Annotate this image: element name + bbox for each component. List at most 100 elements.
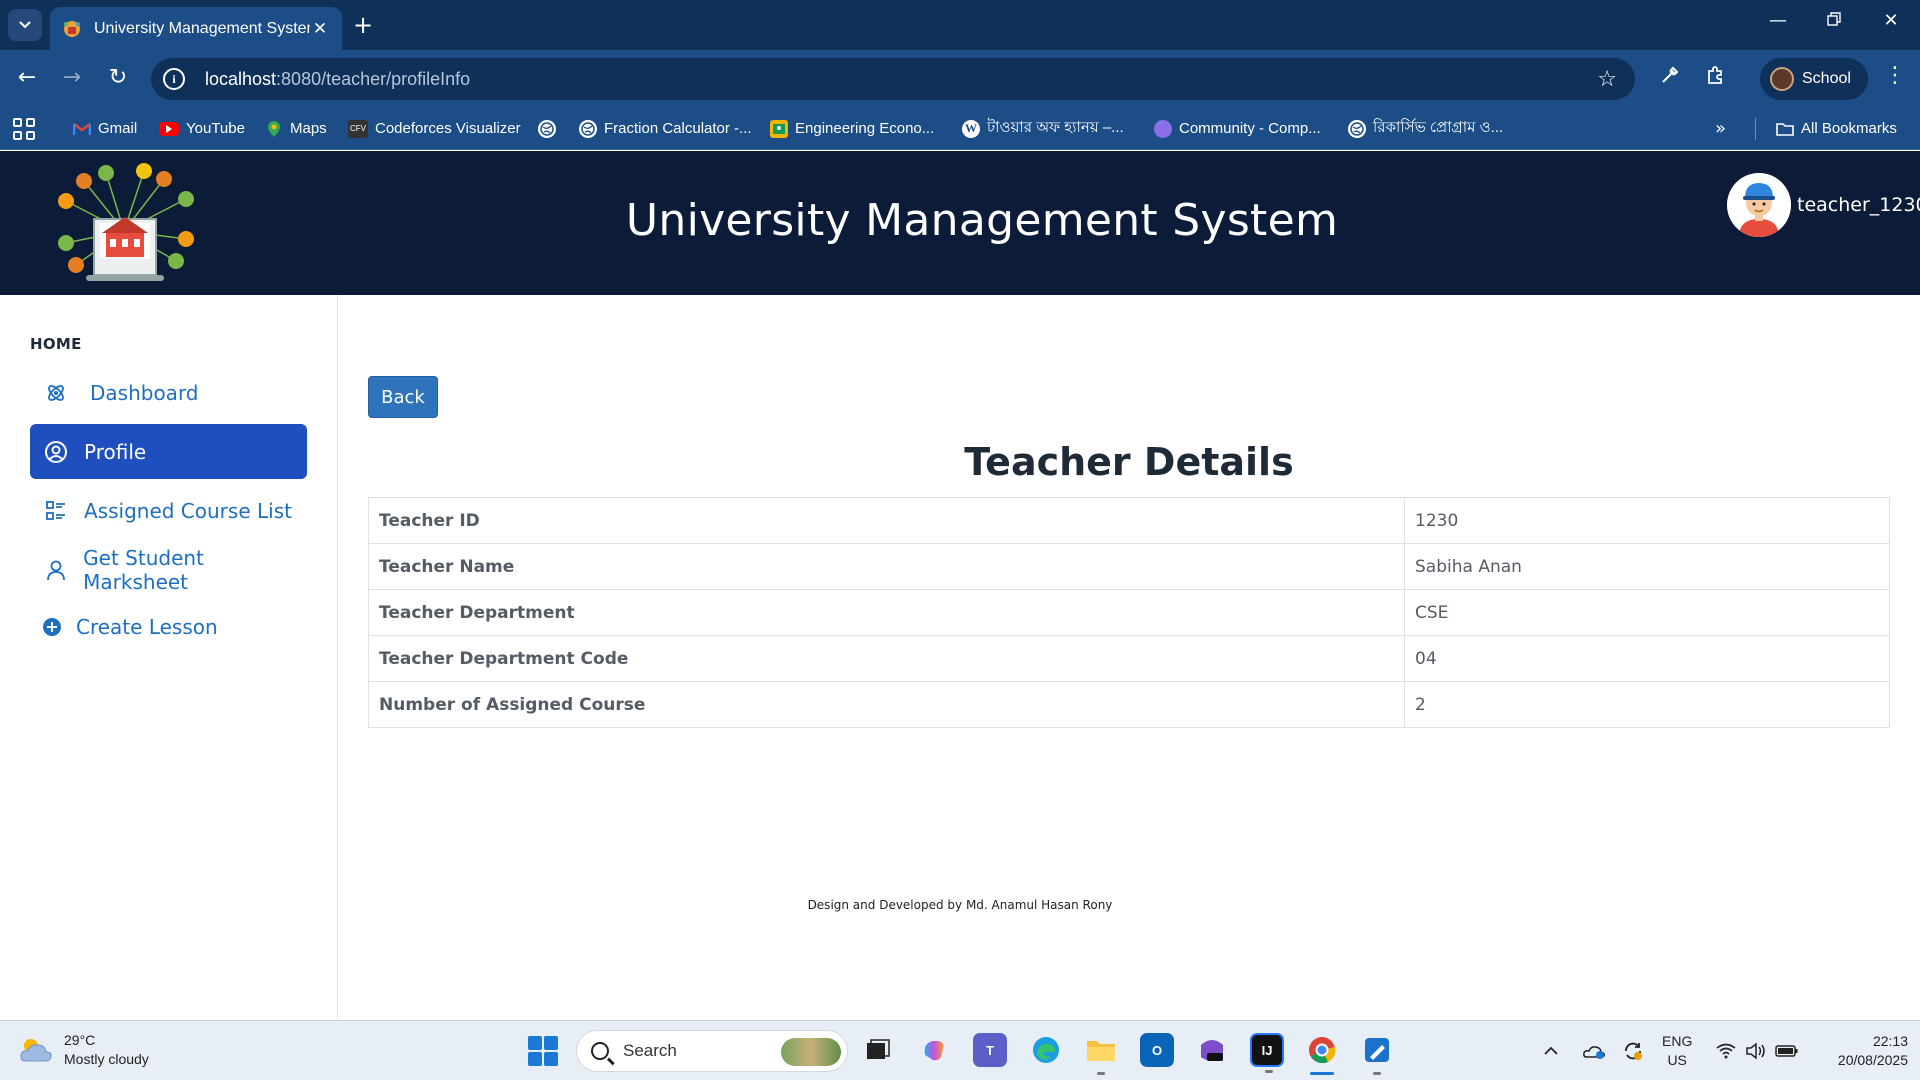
- close-tab-icon[interactable]: ✕: [310, 19, 330, 39]
- onedrive-status-icon[interactable]: [1582, 1021, 1606, 1080]
- sidebar-item-get-student-marksheet[interactable]: Get Student Marksheet: [30, 542, 307, 597]
- tab-title: University Management System: [94, 19, 310, 37]
- file-explorer-icon[interactable]: [1084, 1033, 1118, 1075]
- table-row: Teacher ID 1230: [368, 497, 1890, 544]
- browser-menu-icon[interactable]: ⋮: [1880, 63, 1910, 88]
- sidebar-item-create-lesson[interactable]: Create Lesson: [30, 599, 307, 654]
- forward-arrow-icon[interactable]: →: [57, 65, 87, 91]
- row-value: 2: [1404, 681, 1890, 728]
- edge-icon[interactable]: [1029, 1033, 1063, 1067]
- bookmarks-divider: [1755, 118, 1756, 140]
- row-value: 04: [1404, 635, 1890, 682]
- microsoft365-icon[interactable]: [1195, 1033, 1229, 1067]
- sidebar-item-label: Dashboard: [90, 380, 199, 405]
- bookmark-community[interactable]: Community - Comp...: [1154, 107, 1321, 150]
- bookmark-fraction-calculator[interactable]: Fraction Calculator -...: [579, 107, 752, 150]
- sidebar-item-label: Create Lesson: [76, 614, 218, 639]
- bookmark-engineering-economics[interactable]: Engineering Econo...: [770, 107, 934, 150]
- tab-search-button[interactable]: [8, 9, 42, 41]
- row-value: CSE: [1404, 589, 1890, 636]
- plus-circle-icon: [40, 615, 64, 639]
- volume-icon[interactable]: [1745, 1021, 1767, 1080]
- minimize-icon[interactable]: —: [1758, 10, 1798, 31]
- teacher-avatar: [1727, 173, 1791, 237]
- task-view-icon[interactable]: [861, 1033, 895, 1067]
- chrome-icon[interactable]: [1305, 1033, 1339, 1075]
- address-bar[interactable]: i localhost:8080/teacher/profileInfo ☆: [151, 58, 1635, 100]
- bookmarks-bar: Gmail YouTube Maps CFV Codeforces Visual…: [0, 107, 1920, 150]
- weather-widget[interactable]: 29°C Mostly cloudy: [18, 1031, 149, 1069]
- sidebar-item-label: Get Student Marksheet: [83, 545, 204, 594]
- user-menu[interactable]: teacher_1230: [1727, 173, 1920, 237]
- page-title: Teacher Details: [964, 440, 1294, 484]
- reload-icon[interactable]: ↻: [103, 65, 133, 91]
- list-icon: [44, 499, 68, 523]
- input-language[interactable]: ENG US: [1662, 1032, 1692, 1070]
- taskbar-search[interactable]: Search: [576, 1030, 848, 1072]
- whiteboard-icon[interactable]: [1360, 1033, 1394, 1075]
- search-icon: [591, 1042, 609, 1060]
- table-row: Number of Assigned Course 2: [368, 681, 1890, 728]
- copilot-icon[interactable]: [917, 1033, 951, 1067]
- bookmark-codeforces-visualizer[interactable]: CFV Codeforces Visualizer: [348, 107, 521, 150]
- back-arrow-icon[interactable]: ←: [12, 65, 42, 91]
- site-info-icon[interactable]: i: [163, 68, 185, 90]
- footer-credit: Design and Developed by Md. Anamul Hasan…: [807, 898, 1113, 912]
- search-placeholder: Search: [623, 1041, 677, 1060]
- clock-time: 22:13: [1872, 1033, 1908, 1049]
- table-row: Teacher Name Sabiha Anan: [368, 543, 1890, 590]
- profile-avatar: [1770, 67, 1794, 91]
- wifi-icon[interactable]: [1716, 1021, 1736, 1080]
- maps-icon: [265, 120, 283, 138]
- sync-icon[interactable]: [1622, 1021, 1644, 1080]
- bookmark-youtube[interactable]: YouTube: [159, 107, 245, 150]
- clock-date: 20/08/2025: [1837, 1052, 1908, 1068]
- bookmark-maps[interactable]: Maps: [265, 107, 327, 150]
- browser-tab-active[interactable]: University Management System ✕: [50, 7, 342, 50]
- cfv-icon: CFV: [348, 119, 368, 138]
- bookmark-star-icon[interactable]: ☆: [1597, 67, 1617, 92]
- teams-icon[interactable]: T: [973, 1033, 1007, 1067]
- close-window-icon[interactable]: ✕: [1871, 10, 1911, 31]
- row-value: Sabiha Anan: [1404, 543, 1890, 590]
- sidebar-item-profile[interactable]: Profile: [30, 424, 307, 479]
- system-clock[interactable]: 22:13 20/08/2025: [1812, 1032, 1908, 1070]
- sidebar-item-dashboard[interactable]: Dashboard: [30, 365, 307, 420]
- eyedropper-icon[interactable]: [1655, 65, 1685, 90]
- user-icon: [44, 558, 67, 582]
- extensions-icon[interactable]: [1700, 65, 1730, 90]
- globe-icon: [1348, 119, 1366, 138]
- all-bookmarks-button[interactable]: All Bookmarks: [1776, 107, 1897, 150]
- globe-icon: [579, 119, 597, 138]
- cloudy-weather-icon: [18, 1035, 54, 1065]
- outlook-icon[interactable]: O: [1140, 1033, 1174, 1067]
- url-text: localhost:8080/teacher/profileInfo: [205, 68, 471, 89]
- app-header: University Management System teacher_123…: [0, 151, 1920, 295]
- battery-icon[interactable]: [1775, 1021, 1799, 1080]
- show-hidden-icons[interactable]: [1543, 1021, 1559, 1080]
- dashboard-icon: [44, 381, 68, 405]
- row-label: Number of Assigned Course: [368, 681, 1405, 728]
- browser-profile-button[interactable]: School: [1760, 58, 1868, 100]
- table-row: Teacher Department Code 04: [368, 635, 1890, 682]
- row-label: Teacher ID: [368, 497, 1405, 544]
- bookmark-tower-of-hanoi[interactable]: W টাওয়ার অফ হ্যানয় –...: [962, 107, 1124, 150]
- sidebar-item-label: Assigned Course List: [84, 498, 292, 523]
- bookmark-recursive-programs[interactable]: রিকার্সিভ প্রোগ্রাম ও...: [1348, 107, 1503, 150]
- bookmark-globe[interactable]: [538, 107, 563, 150]
- apps-grid-icon[interactable]: [13, 118, 35, 140]
- profile-label: School: [1802, 70, 1851, 87]
- sidebar-item-assigned-course-list[interactable]: Assigned Course List: [30, 483, 307, 538]
- gmail-icon: [73, 120, 91, 138]
- row-label: Teacher Department Code: [368, 635, 1405, 682]
- site-favicon-icon: [62, 19, 82, 39]
- back-button[interactable]: Back: [368, 376, 438, 418]
- more-bookmarks-icon[interactable]: »: [1715, 118, 1726, 139]
- windows-start-icon[interactable]: [528, 1036, 558, 1066]
- intellij-icon[interactable]: IJ: [1250, 1033, 1284, 1073]
- restore-icon[interactable]: [1814, 10, 1854, 31]
- new-tab-button[interactable]: +: [353, 11, 373, 39]
- bookmark-gmail[interactable]: Gmail: [73, 107, 137, 150]
- table-row: Teacher Department CSE: [368, 589, 1890, 636]
- browser-tab-strip: University Management System ✕ + — ✕: [0, 0, 1920, 50]
